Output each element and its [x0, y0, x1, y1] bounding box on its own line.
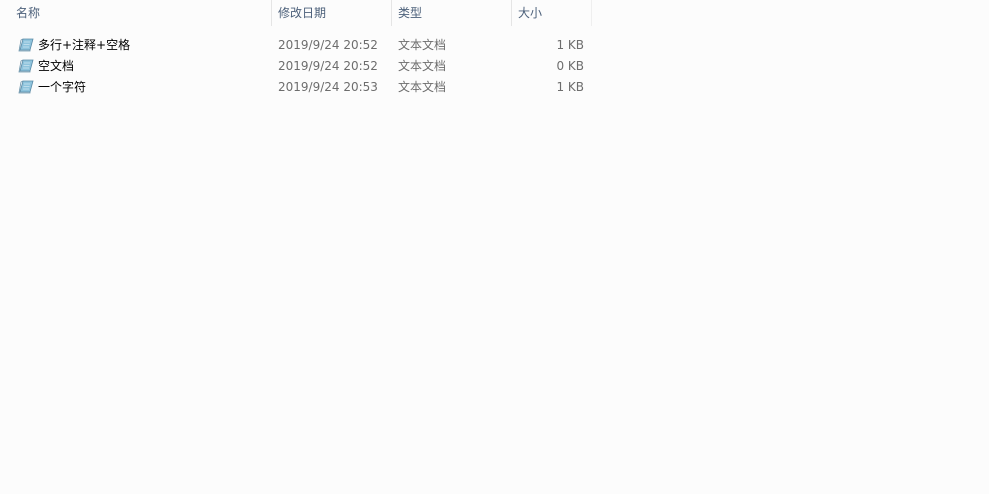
column-header-row: ˄ 名称 修改日期 类型 大小 [0, 0, 592, 26]
sort-ascending-icon: ˄ [134, 0, 144, 2]
text-file-icon [18, 59, 34, 73]
column-header-size[interactable]: 大小 [512, 0, 592, 26]
file-date: 2019/9/24 20:53 [278, 79, 378, 94]
file-row[interactable]: 空文档 2019/9/24 20:52 文本文档 0 KB [0, 55, 592, 76]
text-file-icon [18, 38, 34, 52]
file-list: 多行+注释+空格 2019/9/24 20:52 文本文档 1 KB 空文档 2… [0, 34, 592, 97]
text-file-icon [18, 80, 34, 94]
file-size: 0 KB [556, 58, 584, 73]
column-header-size-label: 大小 [518, 6, 543, 20]
column-header-type[interactable]: 类型 [392, 0, 512, 26]
file-name: 一个字符 [38, 80, 87, 94]
file-type: 文本文档 [398, 59, 447, 73]
column-header-type-label: 类型 [398, 6, 423, 20]
file-size: 1 KB [556, 37, 584, 52]
file-row[interactable]: 一个字符 2019/9/24 20:53 文本文档 1 KB [0, 76, 592, 97]
file-name-cell: 空文档 [0, 57, 272, 74]
file-name: 多行+注释+空格 [38, 38, 131, 52]
column-header-date-label: 修改日期 [278, 6, 327, 20]
column-header-name[interactable]: ˄ 名称 [0, 0, 272, 26]
file-type: 文本文档 [398, 38, 447, 52]
file-date: 2019/9/24 20:52 [278, 58, 378, 73]
file-explorer-view: ˄ 名称 修改日期 类型 大小 [0, 0, 989, 494]
file-name: 空文档 [38, 59, 75, 73]
file-date: 2019/9/24 20:52 [278, 37, 378, 52]
file-name-cell: 一个字符 [0, 78, 272, 95]
file-row[interactable]: 多行+注释+空格 2019/9/24 20:52 文本文档 1 KB [0, 34, 592, 55]
file-type: 文本文档 [398, 80, 447, 94]
column-header-date-modified[interactable]: 修改日期 [272, 0, 392, 26]
file-name-cell: 多行+注释+空格 [0, 36, 272, 53]
column-header-name-label: 名称 [16, 6, 41, 20]
file-size: 1 KB [556, 79, 584, 94]
